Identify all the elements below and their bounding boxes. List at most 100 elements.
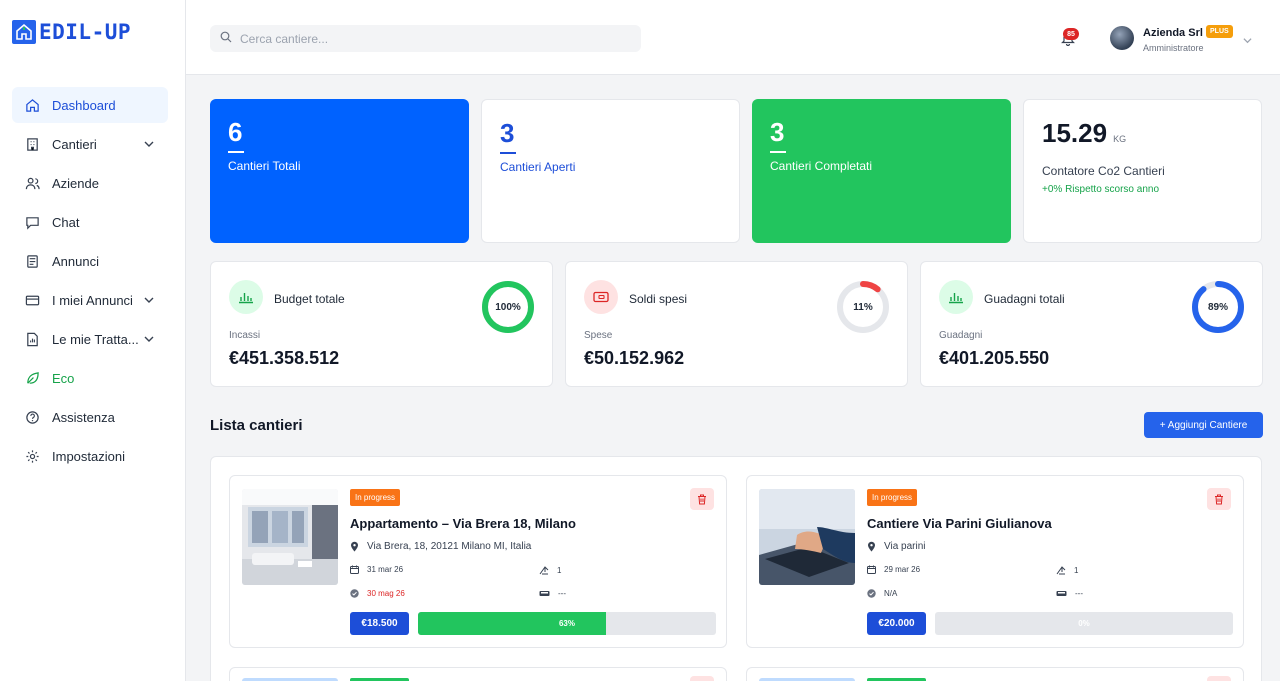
chart-bars-icon	[229, 280, 263, 314]
crane-icon	[539, 566, 549, 575]
chevron-down-icon	[144, 332, 154, 347]
stat-value: 15.29	[1042, 118, 1108, 148]
trash-icon	[1215, 494, 1223, 504]
status-badge: In progress	[350, 489, 401, 506]
site-card[interactable]	[746, 667, 1244, 681]
progress-ring-label: 11%	[853, 301, 873, 313]
stat-underline	[228, 151, 244, 153]
user-role: Amministratore	[1143, 43, 1204, 53]
map-pin-icon	[868, 541, 875, 552]
stat-unit: KG	[1113, 134, 1127, 144]
sidebar-item-miei-annunci[interactable]: I miei Annunci	[12, 282, 168, 318]
finance-subtitle: Guadagni	[939, 330, 983, 341]
sidebar-item-label: Eco	[52, 370, 75, 386]
add-cantiere-button[interactable]: + Aggiungi Cantiere	[1144, 412, 1263, 438]
delete-site-button[interactable]	[1207, 676, 1231, 681]
site-address: Via Brera, 18, 20121 Milano MI, Italia	[350, 541, 531, 552]
top-bar: 85 Azienda Srl PLUS Amministratore	[186, 0, 1280, 75]
site-workers: 1	[539, 565, 561, 575]
site-card[interactable]: In progress Appartamento – Via Brera 18,…	[229, 475, 727, 648]
chart-bars-icon	[939, 280, 973, 314]
site-workers-text: 1	[1074, 565, 1079, 575]
site-start-date: 29 mar 26	[867, 565, 920, 574]
vehicle-icon	[539, 591, 550, 596]
site-start-date-text: 31 mar 26	[367, 565, 404, 574]
site-card[interactable]	[229, 667, 727, 681]
site-progress-label: 63%	[558, 619, 575, 628]
stat-trend: +0% Rispetto scorso anno	[1042, 184, 1160, 195]
site-card[interactable]: In progress Cantiere Via Parini Giuliano…	[746, 475, 1244, 648]
chevron-down-icon	[144, 293, 154, 308]
sidebar-item-dashboard[interactable]: Dashboard	[12, 87, 168, 123]
sidebar-item-annunci[interactable]: Annunci	[12, 243, 168, 279]
home-icon	[24, 97, 40, 113]
house-logo-icon	[12, 20, 36, 44]
finance-value: €451.358.512	[229, 348, 340, 368]
sidebar-item-label: Aziende	[52, 175, 99, 191]
finance-card-guadagni: Guadagni totali Guadagni €401.205.550 89…	[920, 261, 1263, 387]
stat-card-cantieri-totali[interactable]: 6 Cantieri Totali	[210, 99, 469, 243]
delete-site-button[interactable]	[690, 488, 714, 510]
site-start-date-text: 29 mar 26	[884, 565, 921, 574]
sidebar-item-label: I miei Annunci	[52, 292, 133, 308]
sidebar-item-chat[interactable]: Chat	[12, 204, 168, 240]
brand-logo[interactable]: EDIL-UP	[12, 20, 131, 44]
finance-title: Soldi spesi	[629, 292, 688, 306]
site-end-date: N/A	[867, 589, 897, 598]
finance-title: Guadagni totali	[984, 292, 1065, 306]
site-vehicles: ---	[1056, 589, 1083, 598]
sidebar-item-cantieri[interactable]: Cantieri	[12, 126, 168, 162]
leaf-icon	[24, 370, 40, 386]
sidebar-item-label: Cantieri	[52, 136, 97, 152]
trash-icon	[698, 494, 706, 504]
stat-card-cantieri-aperti[interactable]: 3 Cantieri Aperti	[481, 99, 740, 243]
finance-card-spesi: Soldi spesi Spese €50.152.962 11%	[565, 261, 908, 387]
newspaper-icon	[24, 253, 40, 269]
site-vehicles: ---	[539, 589, 566, 598]
sidebar-item-label: Assistenza	[52, 409, 115, 425]
site-name[interactable]: Appartamento – Via Brera 18, Milano	[350, 516, 576, 531]
vehicle-icon	[1056, 591, 1067, 596]
search-icon	[220, 30, 232, 48]
map-pin-icon	[351, 541, 358, 552]
site-progress-label: 0%	[1078, 619, 1090, 628]
sidebar-item-label: Chat	[52, 214, 80, 230]
user-name[interactable]: Azienda Srl	[1143, 27, 1203, 39]
check-circle-icon	[867, 589, 876, 598]
stat-value-row: 15.29 KG	[1042, 118, 1243, 154]
sidebar-item-eco[interactable]: Eco	[12, 360, 168, 396]
sidebar-item-assistenza[interactable]: Assistenza	[12, 399, 168, 435]
stat-label: Cantieri Aperti	[500, 160, 576, 174]
avatar[interactable]	[1110, 26, 1134, 50]
sidebar-item-impostazioni[interactable]: Impostazioni	[12, 438, 168, 474]
stat-label: Cantieri Totali	[228, 159, 301, 173]
brand-name: EDIL-UP	[39, 20, 132, 44]
stat-underline	[770, 151, 786, 153]
stat-value: 3	[500, 118, 515, 148]
delete-site-button[interactable]	[690, 676, 714, 681]
calendar-icon	[867, 565, 876, 574]
progress-ring-label: 100%	[495, 301, 521, 313]
site-address-text: Via parini	[884, 541, 926, 552]
site-progress-bar: 63%	[418, 612, 716, 635]
delete-site-button[interactable]	[1207, 488, 1231, 510]
search-input[interactable]	[240, 31, 620, 46]
stat-value: 3	[770, 117, 785, 147]
stat-card-co2: 15.29 KG Contatore Co2 Cantieri +0% Rispe…	[1023, 99, 1262, 243]
site-end-date-text: N/A	[884, 589, 898, 598]
search-box[interactable]	[210, 25, 641, 52]
site-thumbnail	[242, 489, 338, 585]
chevron-down-icon[interactable]	[1243, 32, 1252, 50]
stat-value: 6	[228, 117, 243, 147]
site-name[interactable]: Cantiere Via Parini Giulianova	[867, 516, 1052, 531]
calendar-icon	[350, 565, 359, 574]
site-vehicles-text: ---	[558, 589, 566, 598]
section-title: Lista cantieri	[210, 417, 303, 434]
plan-badge: PLUS	[1206, 25, 1233, 38]
sidebar: EDIL-UP Dashboard Cantieri Aziende Chat …	[0, 0, 186, 681]
stat-card-cantieri-completati[interactable]: 3 Cantieri Completati	[752, 99, 1011, 243]
site-end-date-text: 30 mag 26	[367, 589, 405, 598]
sidebar-item-aziende[interactable]: Aziende	[12, 165, 168, 201]
crane-icon	[1056, 566, 1066, 575]
sidebar-item-trattative[interactable]: Le mie Tratta...	[12, 321, 168, 357]
